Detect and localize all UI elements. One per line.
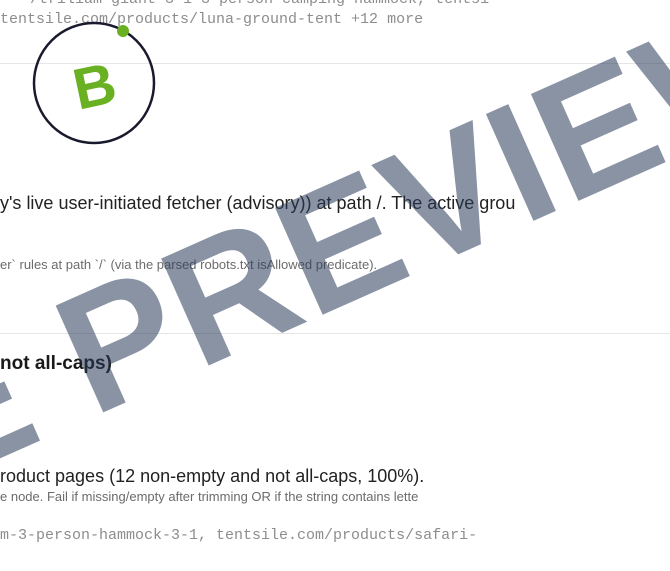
logo-letter: B xyxy=(67,50,121,122)
finding-detail: er` rules at path `/` (via the parsed ro… xyxy=(0,257,378,272)
evidence-urls-top: /triliam-giant-3-1-3-person-camping-hamm… xyxy=(30,0,489,8)
check-description: e node. Fail if missing/empty after trim… xyxy=(0,489,419,504)
finding-text: y's live user-initiated fetcher (advisor… xyxy=(0,193,516,213)
check-evidence-urls: m-3-person-hammock-3-1, tentsile.com/pro… xyxy=(0,527,478,544)
section-title: not all-caps) xyxy=(0,353,112,374)
divider xyxy=(0,333,670,334)
brand-logo: B xyxy=(32,21,156,145)
check-result-text: roduct pages (12 non-empty and not all-c… xyxy=(0,466,425,486)
logo-accent-dot xyxy=(117,25,129,37)
